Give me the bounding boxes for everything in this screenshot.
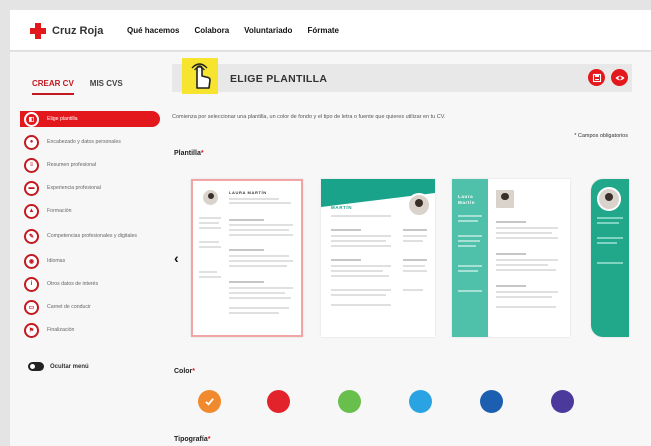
main-menu: Qué hacemos Colabora Voluntariado Fórmat…	[127, 26, 339, 35]
color-swatch[interactable]	[266, 390, 290, 413]
color-swatch[interactable]	[550, 390, 574, 413]
color-swatch[interactable]	[197, 390, 221, 413]
step-carnet[interactable]: ▭ Carnet de conducir	[20, 299, 160, 315]
cv-builder-page: CREAR CV MIS CVS ◧ Elige plantilla ● Enc…	[10, 52, 651, 446]
car-icon: ▭	[24, 299, 39, 315]
template-card-4[interactable]	[591, 179, 629, 337]
template-name: LAURA	[331, 199, 350, 204]
section-header: ELIGE PLANTILLA	[172, 58, 632, 94]
step-finalizacion[interactable]: ⚑ Finalización	[20, 322, 160, 338]
step-label: Competencias profesionales y digitales	[47, 232, 137, 239]
template-name: MARTÍN	[331, 205, 353, 210]
step-label: Elige plantilla	[47, 115, 78, 122]
step-resumen[interactable]: ≡ Resumen profesional	[20, 157, 160, 173]
template-section-label: Plantilla*	[174, 150, 204, 157]
nav-que-hacemos[interactable]: Qué hacemos	[127, 26, 179, 35]
document-icon: ≡	[24, 157, 39, 173]
checkmark-icon	[204, 398, 214, 406]
template-avatar	[597, 187, 621, 211]
skills-icon: ✎	[24, 228, 39, 244]
red-cross-icon	[30, 23, 46, 39]
step-label: Formación	[47, 207, 72, 214]
color-section-label: Color*	[174, 368, 195, 375]
color-swatch[interactable]	[408, 390, 432, 413]
template-card-1[interactable]: LAURA MARTÍN	[191, 179, 303, 337]
color-label-text: Color	[174, 368, 193, 375]
required-asterisk: *	[207, 436, 211, 443]
typography-label-text: Tipografía	[174, 436, 208, 443]
required-asterisk: *	[192, 368, 196, 375]
tab-mis-cvs[interactable]: MIS CVS	[90, 79, 123, 95]
top-navigation: Cruz Roja Qué hacemos Colabora Voluntari…	[10, 10, 651, 51]
brand-name: Cruz Roja	[52, 25, 104, 37]
step-list: ◧ Elige plantilla ● Encabezado y datos p…	[20, 111, 160, 338]
info-icon: i	[24, 276, 39, 292]
template-avatar	[407, 193, 431, 217]
step-otros-datos[interactable]: i Otros datos de interés	[20, 276, 160, 292]
template-avatar	[494, 188, 516, 210]
cruz-roja-logo[interactable]: Cruz Roja	[30, 23, 103, 39]
preview-button[interactable]	[611, 69, 628, 86]
template-name: Laura	[458, 194, 474, 199]
cv-tabs: CREAR CV MIS CVS	[32, 79, 123, 95]
carousel-prev-arrow[interactable]: ‹	[174, 250, 179, 266]
template-card-2[interactable]: LAURA MARTÍN	[321, 179, 435, 337]
step-encabezado[interactable]: ● Encabezado y datos personales	[20, 134, 160, 150]
save-button[interactable]	[588, 69, 605, 86]
briefcase-icon: ▬	[24, 180, 39, 196]
toggle-label: Ocultar menú	[50, 363, 89, 370]
template-name: Martín	[458, 200, 476, 205]
required-fields-note: * Campos obligatorios	[574, 133, 628, 139]
graduation-cap-icon: ▲	[24, 203, 39, 219]
pointer-hand-icon	[182, 58, 218, 94]
step-label: Experiencia profesional	[47, 184, 101, 191]
step-elige-plantilla[interactable]: ◧ Elige plantilla	[20, 111, 160, 127]
template-label-text: Plantilla	[174, 150, 201, 157]
tab-crear-cv[interactable]: CREAR CV	[32, 79, 74, 95]
color-swatch[interactable]	[337, 390, 361, 413]
template-card-3[interactable]: Laura Martín	[452, 179, 570, 337]
template-icon: ◧	[24, 111, 39, 127]
typography-section-label: Tipografía*	[174, 436, 210, 443]
step-experiencia[interactable]: ▬ Experiencia profesional	[20, 180, 160, 196]
step-label: Idiomas	[47, 257, 66, 264]
step-idiomas[interactable]: ◉ Idiomas	[20, 253, 160, 269]
required-asterisk: *	[200, 150, 204, 157]
step-competencias[interactable]: ✎ Competencias profesionales y digitales	[20, 226, 160, 246]
nav-formate[interactable]: Fórmate	[307, 26, 339, 35]
step-label: Finalización	[47, 326, 75, 333]
step-label: Encabezado y datos personales	[47, 138, 121, 145]
color-swatch[interactable]	[479, 390, 503, 413]
nav-colabora[interactable]: Colabora	[194, 26, 229, 35]
eye-icon	[615, 75, 624, 80]
step-label: Otros datos de interés	[47, 280, 99, 287]
language-icon: ◉	[24, 253, 39, 269]
step-label: Carnet de conducir	[47, 303, 91, 310]
nav-voluntariado[interactable]: Voluntariado	[244, 26, 292, 35]
step-formacion[interactable]: ▲ Formación	[20, 203, 160, 219]
toggle-switch[interactable]	[28, 362, 44, 371]
save-icon	[592, 73, 601, 82]
sidebar: CREAR CV MIS CVS ◧ Elige plantilla ● Enc…	[10, 52, 160, 446]
template-avatar	[201, 188, 220, 207]
step-label: Resumen profesional	[47, 161, 97, 168]
person-icon: ●	[24, 134, 39, 150]
intro-text: Comienza por seleccionar una plantilla, …	[172, 114, 446, 120]
flag-icon: ⚑	[24, 322, 39, 338]
page-title: ELIGE PLANTILLA	[230, 73, 328, 85]
template-name: LAURA MARTÍN	[229, 190, 267, 195]
hide-menu-toggle[interactable]: Ocultar menú	[28, 362, 89, 371]
